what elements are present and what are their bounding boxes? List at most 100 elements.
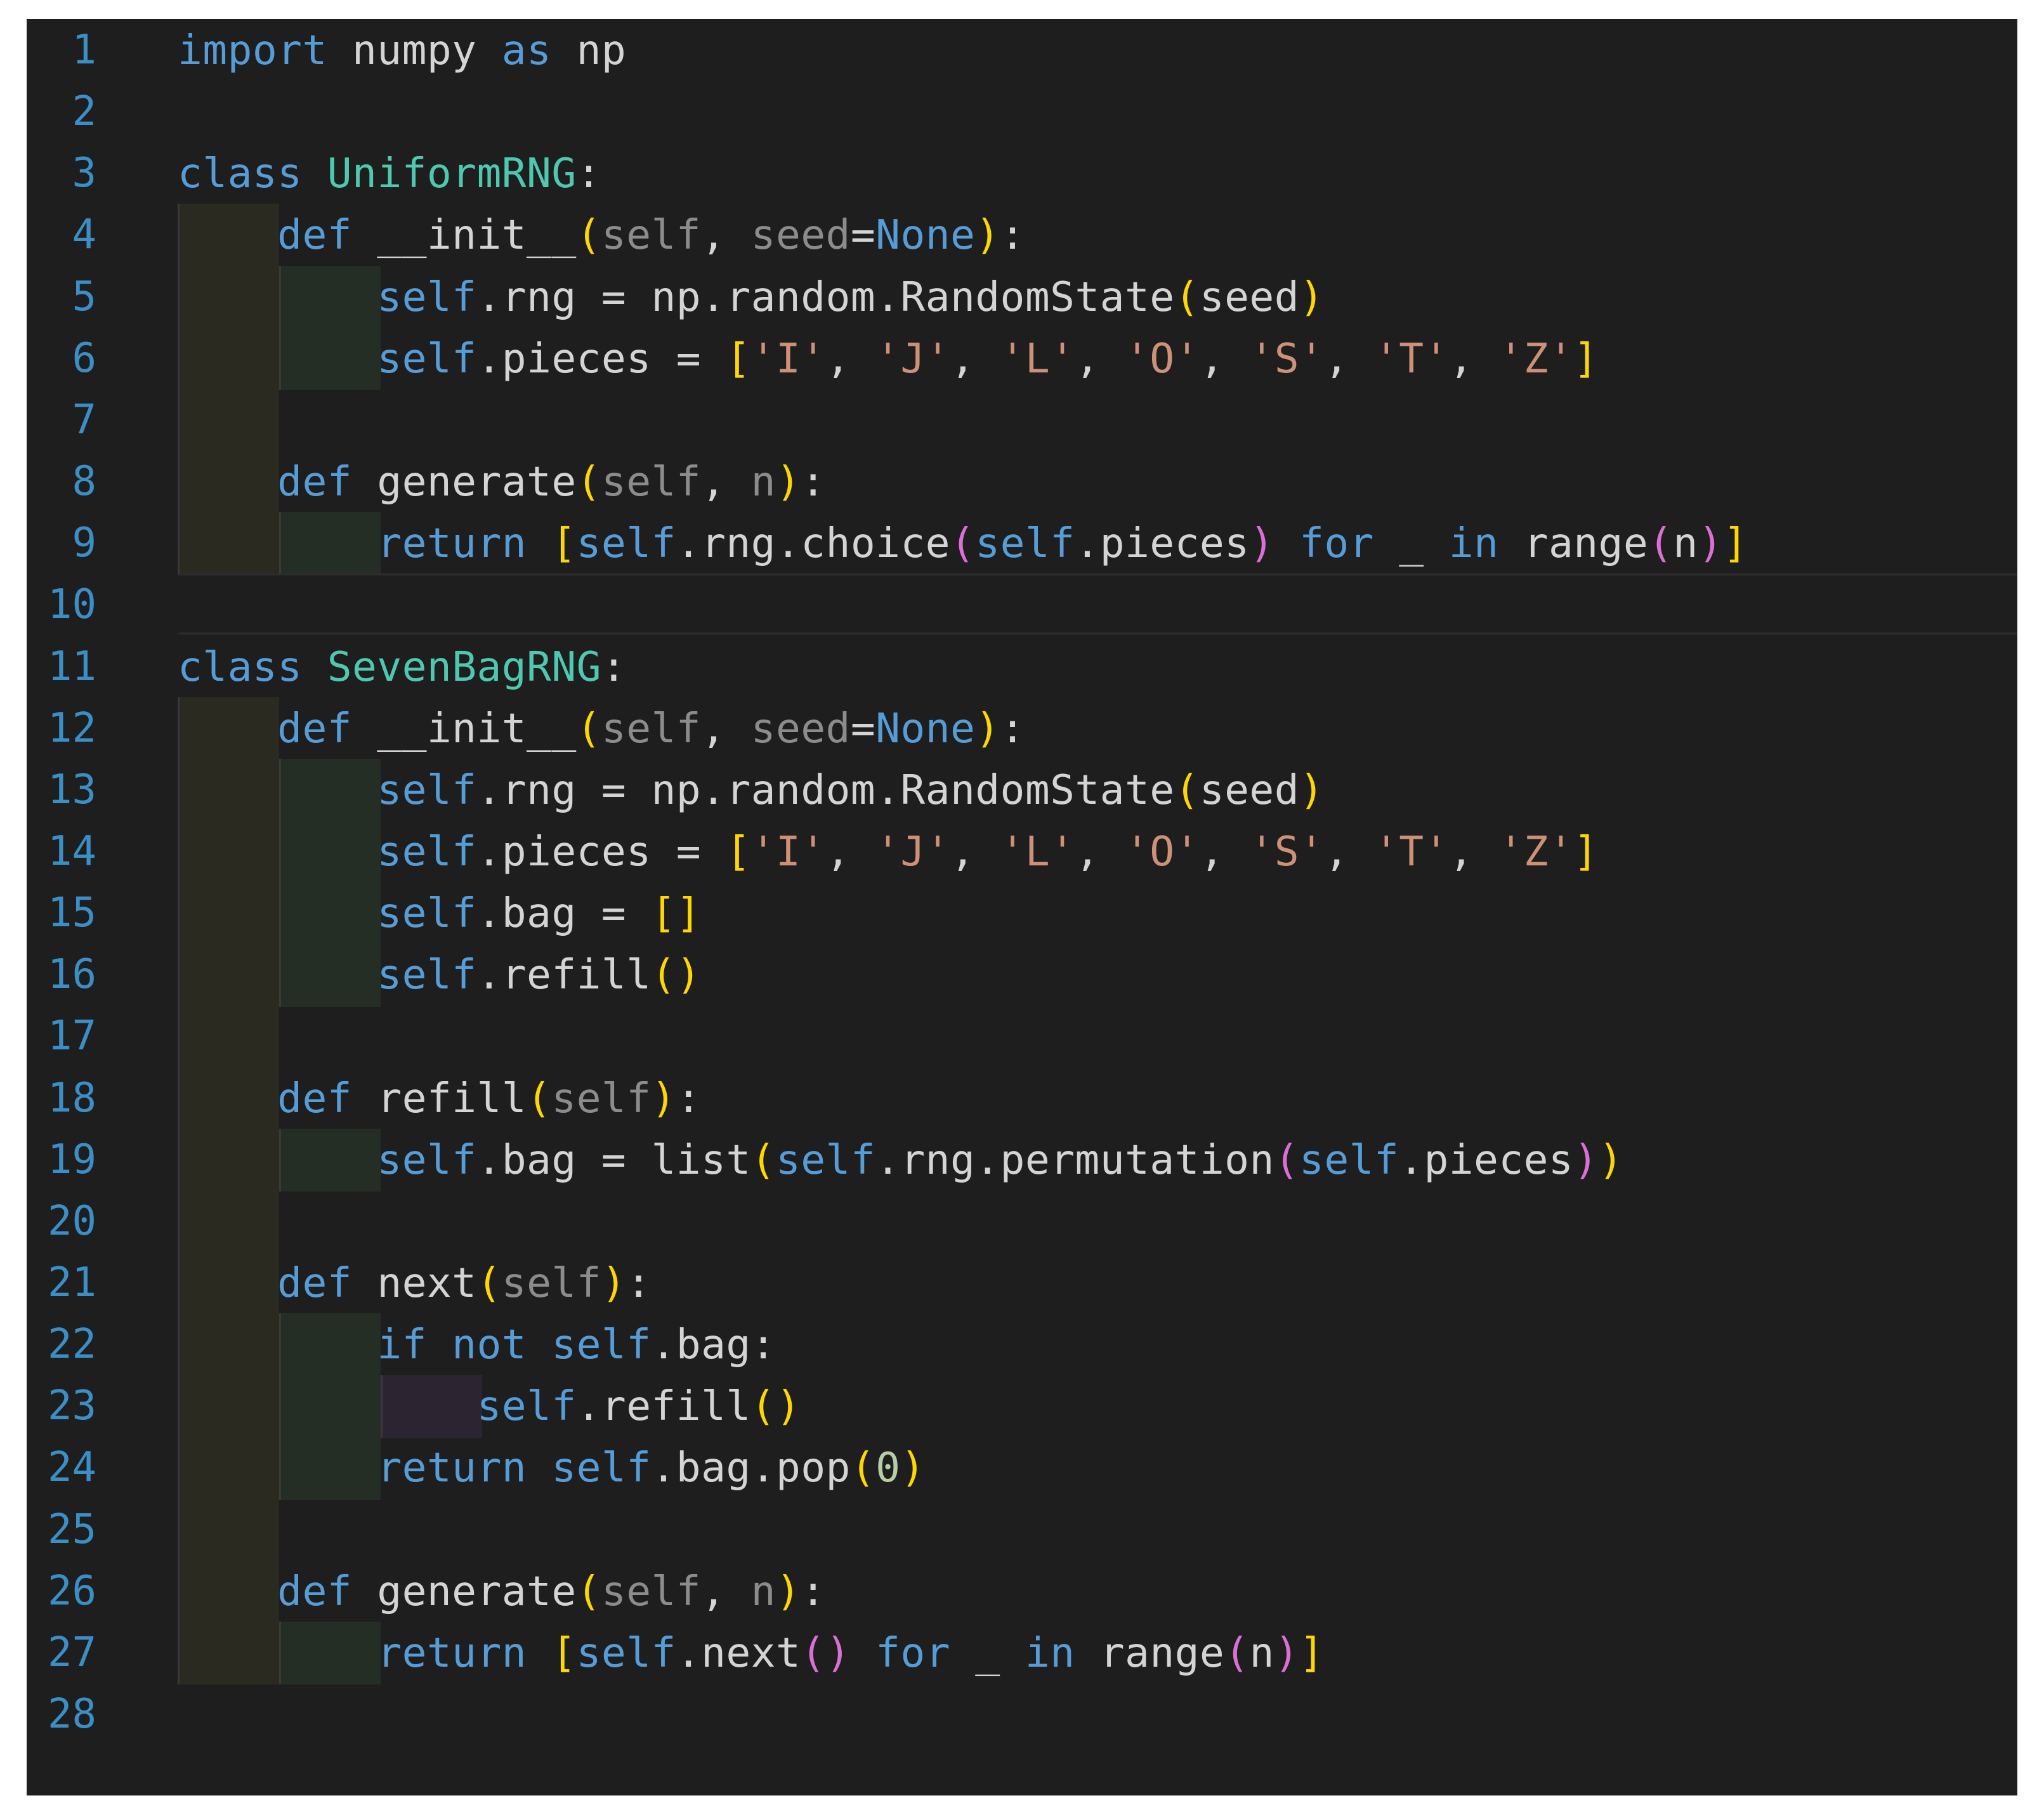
code-line[interactable]: 24 return self.bag.pop(0)	[27, 1436, 2017, 1500]
code-line[interactable]: 6 self.pieces = ['I', 'J', 'L', 'O', 'S'…	[27, 327, 2017, 391]
code-token: [	[551, 1629, 577, 1677]
code-line[interactable]: 10	[27, 574, 2017, 637]
code-token: self	[551, 1444, 652, 1492]
code-token: :	[1000, 211, 1025, 259]
line-number: 2	[72, 88, 96, 136]
code-text[interactable]: def next(self):	[178, 1252, 652, 1315]
code-token: )	[1274, 1629, 1300, 1677]
code-token: self	[476, 1382, 577, 1431]
code-line[interactable]: 27 return [self.next() for _ in range(n)…	[27, 1621, 2017, 1685]
code-token: )	[975, 704, 1000, 752]
code-token: self	[1299, 1136, 1399, 1184]
code-text[interactable]: if not self.bag:	[178, 1313, 776, 1377]
code-token: .rng = np.random.RandomState	[476, 766, 1175, 814]
code-token: 0	[875, 1444, 901, 1492]
code-text[interactable]: self.refill()	[178, 1375, 801, 1438]
code-token: 'L'	[1000, 827, 1075, 876]
code-token: []	[651, 889, 702, 938]
code-line[interactable]: 17	[27, 1005, 2017, 1068]
code-text[interactable]: def refill(self):	[178, 1067, 701, 1131]
code-token: )	[1299, 273, 1325, 321]
code-token: (	[1648, 520, 1674, 568]
code-token: not	[452, 1321, 527, 1369]
code-token: class	[178, 150, 303, 198]
code-token: ,	[825, 827, 876, 876]
code-token: n	[750, 1567, 776, 1615]
code-text[interactable]: class SevenBagRNG:	[178, 636, 626, 699]
code-line[interactable]: 25	[27, 1498, 2017, 1562]
code-token: ,	[950, 827, 1000, 876]
code-text[interactable]: class UniformRNG:	[178, 142, 601, 206]
code-line[interactable]: 11 class SevenBagRNG:	[27, 636, 2017, 699]
code-line[interactable]: 12 def __init__(self, seed=None):	[27, 697, 2017, 761]
code-token: for	[875, 1629, 950, 1677]
code-editor[interactable]: 1 import numpy as np 2 3 class UniformRNG: 4 …	[27, 19, 2017, 1795]
code-token: def	[277, 211, 353, 259]
code-line[interactable]: 2	[27, 81, 2017, 144]
code-line[interactable]: 19 self.bag = list(self.rng.permutation(…	[27, 1128, 2017, 1192]
code-line[interactable]: 21 def next(self):	[27, 1252, 2017, 1315]
code-text[interactable]: import numpy as np	[178, 19, 626, 82]
code-token: 'L'	[1000, 334, 1075, 383]
code-line[interactable]: 4 def __init__(self, seed=None):	[27, 204, 2017, 268]
line-number: 6	[72, 334, 96, 382]
code-line[interactable]: 28	[27, 1683, 2017, 1747]
code-token: ,	[825, 334, 876, 383]
code-text[interactable]: self.pieces = ['I', 'J', 'L', 'O', 'S', …	[178, 327, 1599, 391]
code-token: return	[377, 520, 527, 568]
code-line[interactable]: 9 return [self.rng.choice(self.pieces) f…	[27, 512, 2017, 575]
code-text[interactable]: self.rng = np.random.RandomState(seed)	[178, 266, 1324, 329]
code-token: def	[277, 704, 353, 752]
code-token: UniformRNG	[327, 150, 577, 198]
code-text[interactable]: return [self.rng.choice(self.pieces) for…	[178, 512, 1748, 575]
code-text[interactable]: def __init__(self, seed=None):	[178, 204, 1025, 267]
code-line[interactable]: 8 def generate(self, n):	[27, 450, 2017, 514]
code-line[interactable]: 13 self.rng = np.random.RandomState(seed…	[27, 758, 2017, 822]
code-line[interactable]: 23 self.refill()	[27, 1375, 2017, 1438]
code-line[interactable]: 15 self.bag = []	[27, 882, 2017, 945]
code-text[interactable]: return self.bag.pop(0)	[178, 1436, 926, 1500]
code-line[interactable]: 1 import numpy as np	[27, 19, 2017, 82]
code-line[interactable]: 7	[27, 388, 2017, 452]
code-token: ,	[1199, 334, 1250, 383]
code-token: 'J'	[875, 334, 950, 383]
code-token: 'S'	[1249, 334, 1325, 383]
code-line[interactable]: 22 if not self.bag:	[27, 1313, 2017, 1377]
code-line[interactable]: 20	[27, 1190, 2017, 1254]
line-number: 27	[47, 1629, 96, 1676]
code-text[interactable]: self.pieces = ['I', 'J', 'L', 'O', 'S', …	[178, 820, 1599, 884]
code-line[interactable]: 3 class UniformRNG:	[27, 142, 2017, 206]
line-number: 24	[47, 1444, 96, 1492]
code-text[interactable]: self.refill()	[178, 943, 701, 1007]
code-token: )	[601, 1259, 627, 1307]
line-number: 4	[72, 211, 96, 259]
code-token: seed	[750, 211, 851, 259]
code-line[interactable]: 16 self.refill()	[27, 943, 2017, 1007]
code-text[interactable]: return [self.next() for _ in range(n)]	[178, 1622, 1324, 1685]
code-token: [	[726, 827, 751, 876]
code-text[interactable]: self.rng = np.random.RandomState(seed)	[178, 759, 1324, 822]
code-token: ,	[701, 704, 751, 752]
code-token: 'T'	[1373, 334, 1449, 383]
code-text[interactable]: self.bag = list(self.rng.permutation(sel…	[178, 1129, 1623, 1192]
indent-guide-line	[178, 1498, 180, 1562]
code-line[interactable]: 26 def generate(self, n):	[27, 1559, 2017, 1624]
code-token: (	[1174, 273, 1200, 321]
code-text[interactable]: def generate(self, n):	[178, 1560, 826, 1624]
code-token: for	[1299, 520, 1374, 568]
code-line[interactable]: 5 self.rng = np.random.RandomState(seed)	[27, 265, 2017, 329]
code-text[interactable]: def generate(self, n):	[178, 450, 826, 514]
code-token: :	[576, 150, 601, 198]
code-token: self	[501, 1259, 601, 1307]
code-token: =	[850, 704, 876, 752]
code-text[interactable]: self.bag = []	[178, 882, 701, 945]
code-line[interactable]: 18 def refill(self):	[27, 1067, 2017, 1131]
code-line[interactable]: 14 self.pieces = ['I', 'J', 'L', 'O', 'S…	[27, 820, 2017, 884]
code-token: )	[900, 1444, 926, 1492]
code-text[interactable]: def __init__(self, seed=None):	[178, 697, 1025, 761]
code-token: :	[601, 643, 627, 691]
